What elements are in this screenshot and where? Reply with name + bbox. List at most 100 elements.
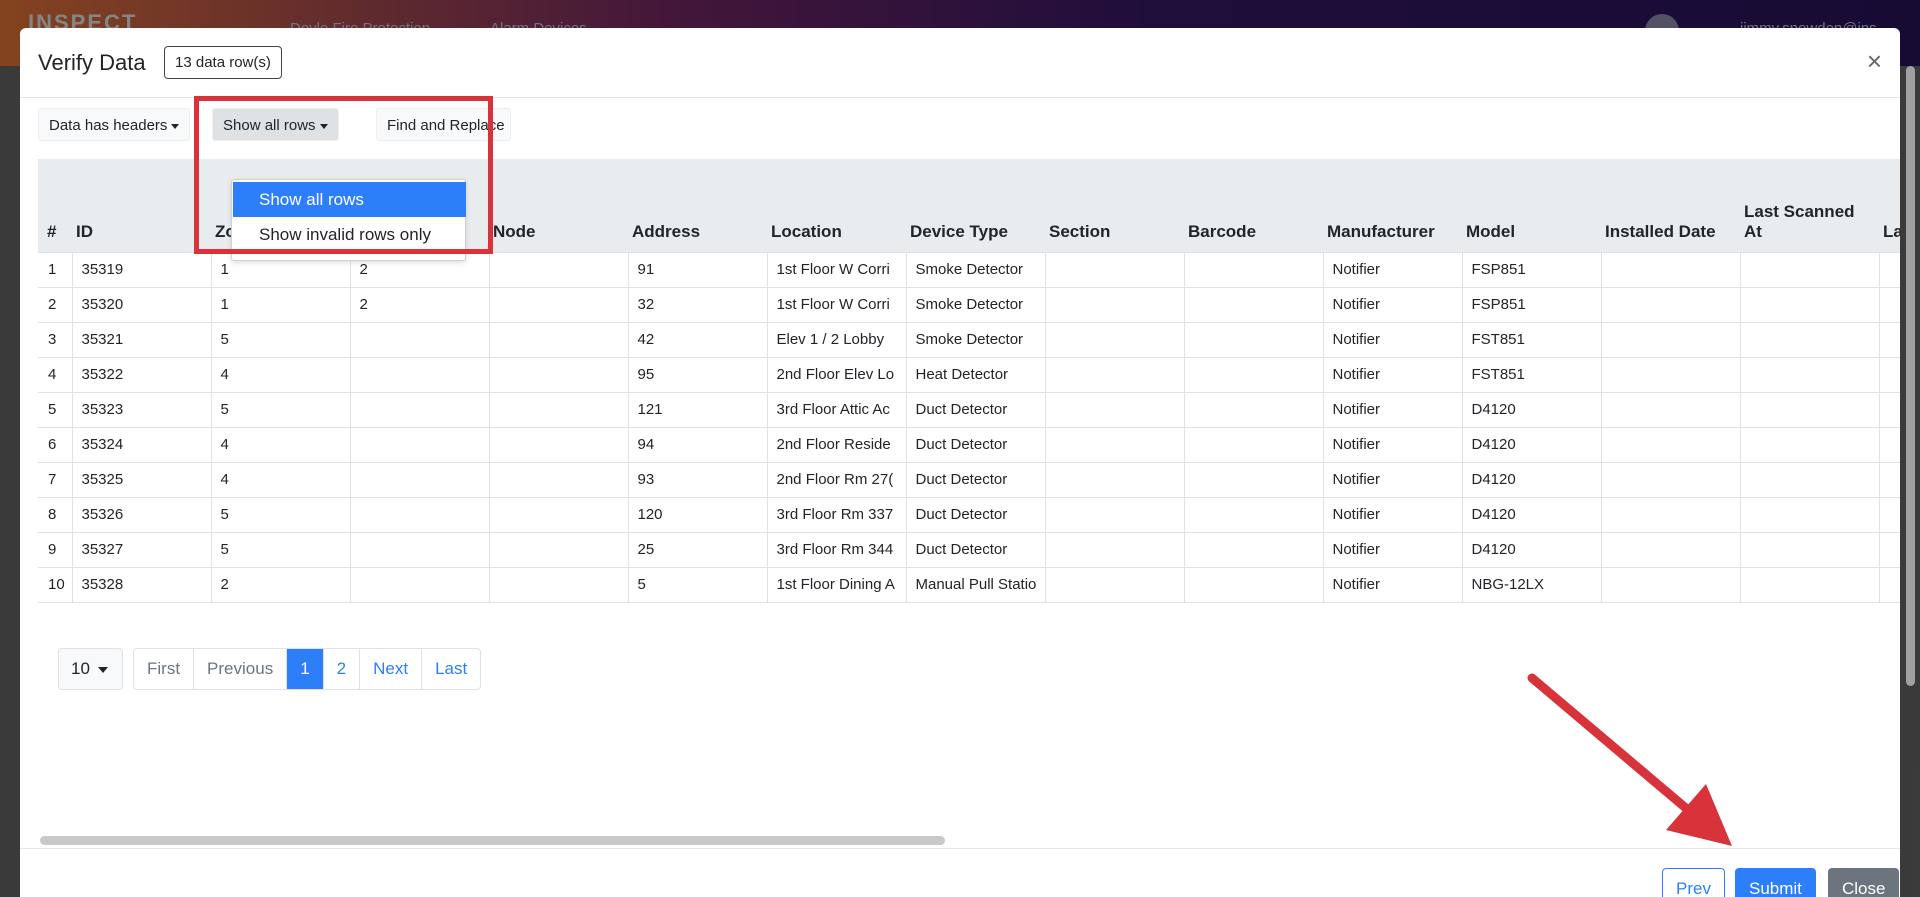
table-cell[interactable]	[1183, 496, 1324, 533]
table-cell[interactable]	[1878, 286, 1900, 323]
table-cell[interactable]: 2	[38, 286, 73, 323]
table-cell[interactable]	[349, 321, 490, 358]
table-cell[interactable]: 5	[210, 531, 351, 568]
table-cell[interactable]: 120	[627, 496, 768, 533]
table-cell[interactable]: 1st Floor W Corri	[766, 251, 907, 288]
table-cell[interactable]	[1044, 391, 1185, 428]
table-cell[interactable]	[488, 426, 629, 463]
table-cell[interactable]	[349, 531, 490, 568]
table-cell[interactable]	[1044, 566, 1185, 603]
table-cell[interactable]: 9	[38, 531, 73, 568]
table-cell[interactable]: 8	[38, 496, 73, 533]
page-size-select[interactable]: 10	[58, 648, 123, 690]
table-cell[interactable]	[1878, 461, 1900, 498]
table-cell[interactable]	[1183, 461, 1324, 498]
table-cell[interactable]	[1183, 426, 1324, 463]
table-cell[interactable]	[1044, 496, 1185, 533]
table-cell[interactable]	[1878, 321, 1900, 358]
table-cell[interactable]	[1600, 251, 1741, 288]
table-cell[interactable]: 7	[38, 461, 73, 498]
table-cell[interactable]	[488, 531, 629, 568]
table-cell[interactable]: 3rd Floor Rm 337	[766, 496, 907, 533]
table-cell[interactable]	[488, 286, 629, 323]
table-cell[interactable]	[1878, 426, 1900, 463]
table-cell[interactable]: 3rd Floor Rm 344	[766, 531, 907, 568]
table-cell[interactable]	[1739, 356, 1880, 393]
table-cell[interactable]: 2	[210, 566, 351, 603]
table-cell[interactable]: 5	[627, 566, 768, 603]
table-cell[interactable]	[1600, 566, 1741, 603]
page-previous[interactable]: Previous	[194, 649, 288, 689]
table-cell[interactable]: 35323	[71, 391, 212, 428]
table-cell[interactable]: 94	[627, 426, 768, 463]
table-cell[interactable]	[488, 566, 629, 603]
table-cell[interactable]: Notifier	[1322, 286, 1463, 323]
table-cell[interactable]: 93	[627, 461, 768, 498]
table-cell[interactable]: 1st Floor Dining A	[766, 566, 907, 603]
table-cell[interactable]: Notifier	[1322, 356, 1463, 393]
table-horizontal-scrollbar[interactable]	[40, 836, 945, 845]
table-cell[interactable]	[1183, 391, 1324, 428]
table-cell[interactable]	[1044, 286, 1185, 323]
table-cell[interactable]: 35319	[71, 251, 212, 288]
table-cell[interactable]: FSP851	[1461, 286, 1602, 323]
table-cell[interactable]	[1739, 321, 1880, 358]
table-cell[interactable]	[1600, 391, 1741, 428]
table-cell[interactable]: 4	[210, 461, 351, 498]
table-cell[interactable]	[1600, 321, 1741, 358]
table-cell[interactable]	[1044, 461, 1185, 498]
table-cell[interactable]: 2nd Floor Rm 27(	[766, 461, 907, 498]
close-icon[interactable]: ×	[1867, 48, 1882, 74]
table-cell[interactable]	[1600, 461, 1741, 498]
table-cell[interactable]: 1	[210, 286, 351, 323]
page-1[interactable]: 1	[287, 649, 324, 689]
table-cell[interactable]: Notifier	[1322, 251, 1463, 288]
table-cell[interactable]	[488, 321, 629, 358]
table-cell[interactable]: 35326	[71, 496, 212, 533]
table-cell[interactable]: Smoke Detector	[905, 251, 1046, 288]
table-cell[interactable]: 32	[627, 286, 768, 323]
table-cell[interactable]	[1183, 321, 1324, 358]
table-cell[interactable]: Notifier	[1322, 426, 1463, 463]
table-cell[interactable]	[1878, 531, 1900, 568]
table-cell[interactable]	[1739, 461, 1880, 498]
table-cell[interactable]: 35320	[71, 286, 212, 323]
table-cell[interactable]: 6	[38, 426, 73, 463]
table-cell[interactable]	[1044, 531, 1185, 568]
table-cell[interactable]	[1600, 426, 1741, 463]
table-cell[interactable]	[1600, 356, 1741, 393]
table-cell[interactable]: Notifier	[1322, 461, 1463, 498]
table-cell[interactable]	[1739, 391, 1880, 428]
table-cell[interactable]	[1878, 356, 1900, 393]
table-cell[interactable]	[1183, 286, 1324, 323]
table-cell[interactable]	[488, 496, 629, 533]
table-cell[interactable]	[1739, 531, 1880, 568]
table-cell[interactable]: D4120	[1461, 391, 1602, 428]
table-cell[interactable]	[1739, 566, 1880, 603]
data-headers-dropdown[interactable]: Data has headers	[38, 108, 191, 141]
table-cell[interactable]	[488, 251, 629, 288]
table-cell[interactable]: Smoke Detector	[905, 321, 1046, 358]
table-cell[interactable]: NBG-12LX	[1461, 566, 1602, 603]
table-cell[interactable]: 35324	[71, 426, 212, 463]
table-cell[interactable]: D4120	[1461, 496, 1602, 533]
table-cell[interactable]: Duct Detector	[905, 531, 1046, 568]
table-cell[interactable]: 95	[627, 356, 768, 393]
page-2[interactable]: 2	[324, 649, 361, 689]
table-cell[interactable]: 4	[210, 356, 351, 393]
table-cell[interactable]	[1878, 496, 1900, 533]
table-cell[interactable]: 5	[210, 496, 351, 533]
table-cell[interactable]: FST851	[1461, 321, 1602, 358]
table-cell[interactable]	[1600, 496, 1741, 533]
table-cell[interactable]: 35325	[71, 461, 212, 498]
table-cell[interactable]: Elev 1 / 2 Lobby	[766, 321, 907, 358]
table-cell[interactable]: 35321	[71, 321, 212, 358]
table-cell[interactable]: 1	[38, 251, 73, 288]
page-last[interactable]: Last	[422, 649, 480, 689]
table-cell[interactable]: 2	[349, 286, 490, 323]
table-cell[interactable]: FST851	[1461, 356, 1602, 393]
table-cell[interactable]: 25	[627, 531, 768, 568]
table-cell[interactable]: 35322	[71, 356, 212, 393]
table-cell[interactable]	[1044, 426, 1185, 463]
table-cell[interactable]	[1183, 251, 1324, 288]
